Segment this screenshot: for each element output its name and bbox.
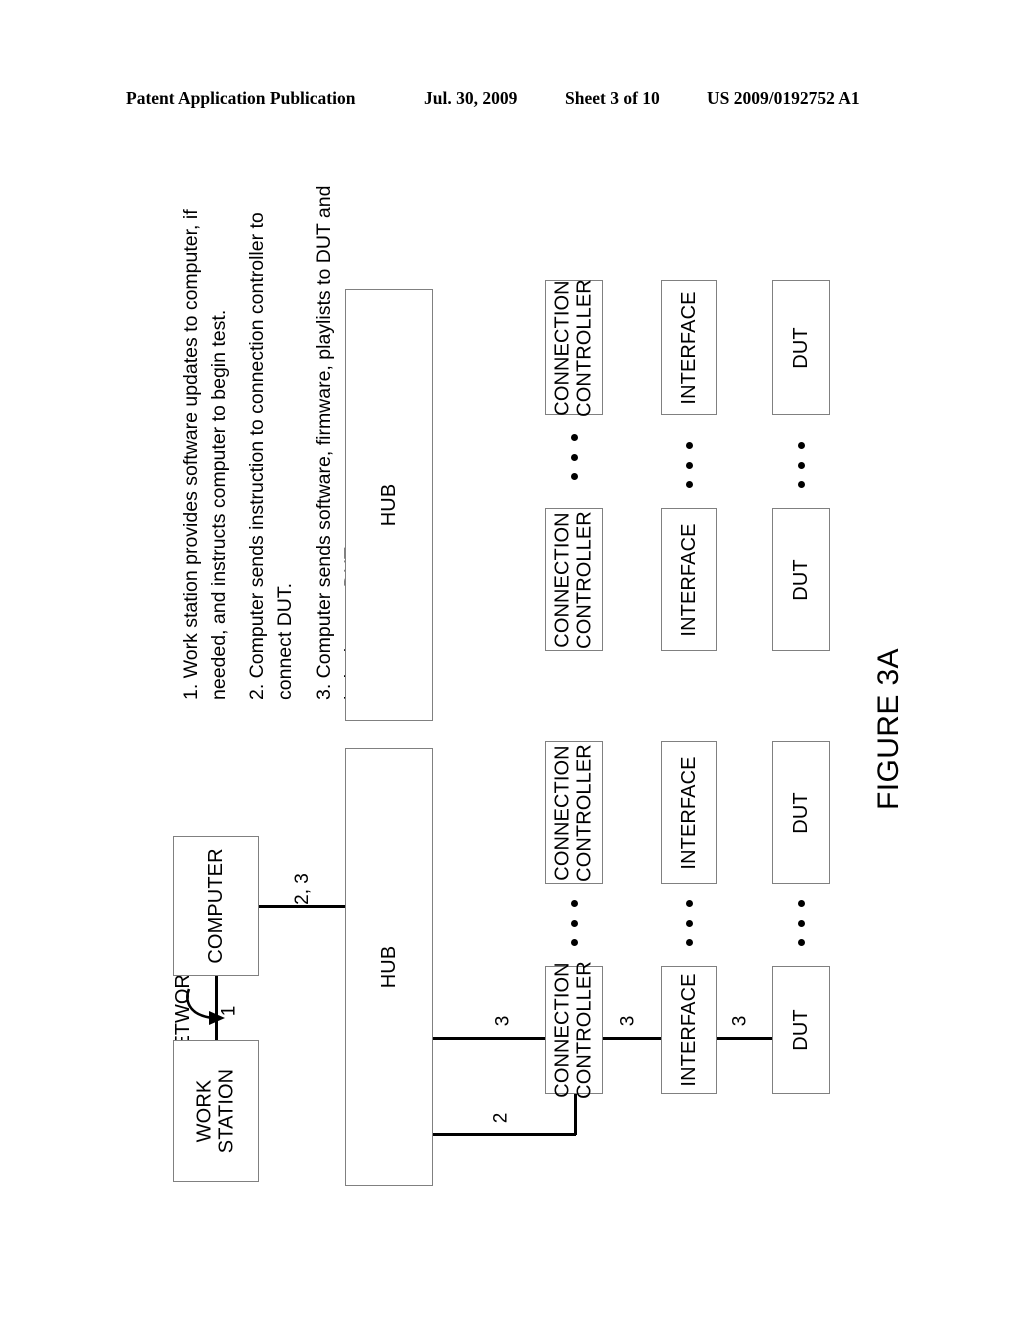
- node-connection-controller-upper-bottom: CONNECTION CONTROLLER: [545, 508, 603, 651]
- node-hub-upper: HUB: [345, 289, 433, 721]
- node-connection-controller-upper-top: CONNECTION CONTROLLER: [545, 278, 603, 417]
- ellipsis-connection-controller-lower: [570, 900, 579, 946]
- connector-interface-dut-lower: [717, 1037, 772, 1040]
- node-connection-controller-lower-top: CONNECTION CONTROLLER: [545, 741, 603, 884]
- node-connection-controller-lower-bottom: CONNECTION CONTROLLER: [545, 961, 603, 1099]
- page-header: Patent Application Publication Jul. 30, …: [0, 88, 1024, 116]
- connector-label-hub-cc-2: 2: [490, 1112, 512, 1124]
- node-dut-upper-top: DUT: [772, 280, 830, 415]
- ellipsis-connection-controller-upper: [570, 434, 579, 480]
- connector-computer-hub: [259, 905, 345, 908]
- node-dut-upper-bottom: DUT: [772, 508, 830, 651]
- header-publication: Patent Application Publication: [126, 88, 356, 108]
- header-patent-number: US 2009/0192752 A1: [707, 88, 860, 108]
- node-connection-controller-label: CONNECTION CONTROLLER: [551, 510, 596, 649]
- node-dut-label: DUT: [789, 558, 812, 601]
- header-sheet: Sheet 3 of 10: [565, 88, 660, 108]
- node-interface-upper-top: INTERFACE: [661, 280, 717, 415]
- node-interface-lower-bottom: INTERFACE: [661, 966, 717, 1094]
- header-date: Jul. 30, 2009: [424, 88, 518, 108]
- node-dut-lower-bottom: DUT: [772, 966, 830, 1094]
- node-computer: COMPUTER: [173, 836, 259, 976]
- connector-label-cc-interface-3: 3: [617, 1015, 639, 1027]
- node-interface-label: INTERFACE: [677, 755, 700, 870]
- ellipsis-interface-upper: [685, 442, 694, 488]
- node-dut-label: DUT: [789, 326, 812, 369]
- node-hub-lower-label: HUB: [377, 945, 400, 989]
- node-dut-lower-top: DUT: [772, 741, 830, 884]
- node-connection-controller-label: CONNECTION CONTROLLER: [551, 278, 596, 417]
- connector-hub-cc-connect-riser: [574, 1093, 577, 1135]
- node-interface-lower-top: INTERFACE: [661, 741, 717, 884]
- ellipsis-dut-lower: [797, 900, 806, 946]
- node-work-station: WORK STATION: [173, 1040, 259, 1182]
- node-dut-label: DUT: [789, 1009, 812, 1051]
- node-connection-controller-label: CONNECTION CONTROLLER: [551, 961, 596, 1099]
- node-interface-upper-bottom: INTERFACE: [661, 508, 717, 651]
- ellipsis-dut-upper: [797, 442, 806, 488]
- connector-label-interface-dut-3: 3: [729, 1015, 751, 1027]
- step-2-text: 2. Computer sends instruction to connect…: [246, 212, 297, 700]
- connector-label-hub-cc-3: 3: [492, 1015, 514, 1027]
- node-computer-label: COMPUTER: [204, 848, 227, 964]
- connector-label-2-3: 2, 3: [291, 873, 313, 905]
- node-interface-label: INTERFACE: [677, 973, 700, 1087]
- connector-cc-interface-lower: [603, 1037, 661, 1040]
- connector-hub-cc-connect: [433, 1133, 576, 1136]
- node-hub-upper-label: HUB: [377, 483, 400, 527]
- node-dut-label: DUT: [789, 791, 812, 834]
- node-interface-label: INTERFACE: [677, 522, 700, 637]
- figure-caption: FIGURE 3A: [872, 648, 905, 810]
- node-interface-label: INTERFACE: [677, 290, 700, 405]
- node-connection-controller-label: CONNECTION CONTROLLER: [551, 743, 596, 882]
- node-hub-lower: HUB: [345, 748, 433, 1186]
- node-work-station-label: WORK STATION: [193, 1068, 238, 1154]
- ellipsis-interface-lower: [685, 900, 694, 946]
- connector-label-1: 1: [218, 1005, 240, 1017]
- step-1-text: 1. Work station provides software update…: [180, 209, 231, 700]
- connector-hub-cc-data: [433, 1037, 545, 1040]
- connector-workstation-computer: [215, 976, 218, 1040]
